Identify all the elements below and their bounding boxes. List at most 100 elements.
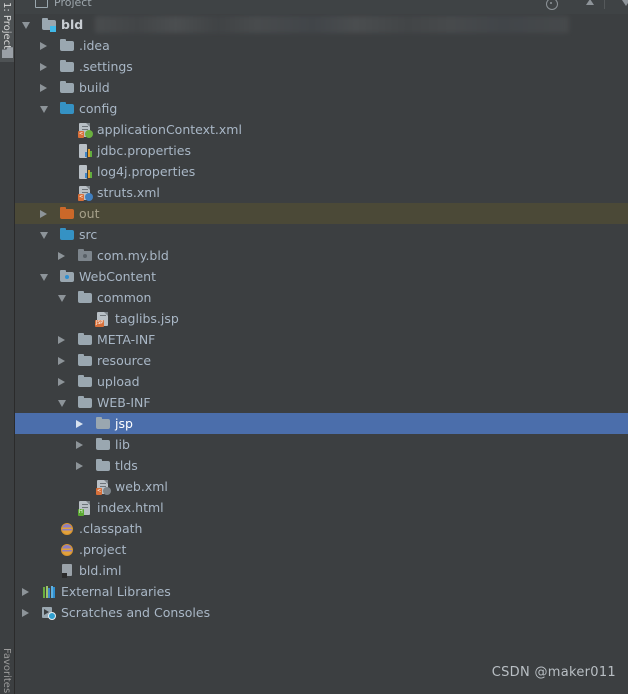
- tree-row[interactable]: resource: [14, 350, 628, 371]
- tree-row[interactable]: log4j.properties: [14, 161, 628, 182]
- chevron-down-icon[interactable]: [40, 274, 48, 281]
- tree-row-label: jsp: [115, 416, 133, 431]
- watermark: CSDN @maker011: [491, 665, 616, 680]
- tree-row[interactable]: < struts.xml: [14, 182, 628, 203]
- tree-row[interactable]: .project: [14, 539, 628, 560]
- tree-row-label: .idea: [79, 38, 110, 53]
- tree-row[interactable]: com.my.bld: [14, 245, 628, 266]
- chevron-right-icon[interactable]: [40, 42, 47, 50]
- chevron-down-icon[interactable]: [58, 295, 66, 302]
- folder-gray-icon: [78, 353, 93, 368]
- tree-row-label: WEB-INF: [97, 395, 151, 410]
- tree-row[interactable]: jsp: [14, 413, 628, 434]
- tree-row[interactable]: META-INF: [14, 329, 628, 350]
- external-libraries-icon: [42, 585, 57, 599]
- tree-row-label: upload: [97, 374, 140, 389]
- chevron-right-icon[interactable]: [76, 441, 83, 449]
- tree-row-label: .project: [79, 542, 127, 557]
- chevron-right-icon[interactable]: [40, 210, 47, 218]
- chevron-down-icon[interactable]: [40, 106, 48, 113]
- folder-blue-icon: [60, 227, 75, 242]
- properties-file-icon: [78, 144, 93, 158]
- folder-gray-icon: [78, 395, 93, 410]
- tree-row[interactable]: .classpath: [14, 518, 628, 539]
- chevron-right-icon[interactable]: [76, 420, 83, 428]
- tree-row[interactable]: External Libraries: [14, 581, 628, 602]
- tree-row[interactable]: WEB-INF: [14, 392, 628, 413]
- toolbar-divider: [604, 0, 605, 9]
- chevron-right-icon[interactable]: [58, 252, 65, 260]
- folder-gray-icon: [60, 38, 75, 53]
- tree-row[interactable]: common: [14, 287, 628, 308]
- tree-row-label: jdbc.properties: [97, 143, 191, 158]
- tree-row-label: resource: [97, 353, 152, 368]
- hide-icon[interactable]: [619, 0, 628, 8]
- tree-row[interactable]: Scratches and Consoles: [14, 602, 628, 623]
- tool-window-tab-project[interactable]: 1: Project: [1, 2, 12, 49]
- tree-row[interactable]: Hindex.html: [14, 497, 628, 518]
- folder-gray-icon: [78, 374, 93, 389]
- tree-row-label: .classpath: [79, 521, 143, 536]
- tree-row[interactable]: .settings: [14, 56, 628, 77]
- tree-row-label: applicationContext.xml: [97, 122, 242, 137]
- tree-row[interactable]: config: [14, 98, 628, 119]
- eclipse-classpath-icon: [60, 522, 75, 536]
- tree-row[interactable]: bld: [14, 14, 628, 35]
- tree-row-label: WebContent: [79, 269, 156, 284]
- chevron-right-icon[interactable]: [58, 336, 65, 344]
- tree-row[interactable]: < applicationContext.xml: [14, 119, 628, 140]
- folder-gray-icon: [60, 59, 75, 74]
- tree-row[interactable]: src: [14, 224, 628, 245]
- tree-row-label: out: [79, 206, 100, 221]
- tree-row-label: Scratches and Consoles: [61, 605, 211, 620]
- gear-icon[interactable]: [545, 0, 558, 10]
- collapse-all-icon[interactable]: [583, 0, 596, 8]
- tree-row[interactable]: .idea: [14, 35, 628, 56]
- tree-row-label: External Libraries: [61, 584, 171, 599]
- tree-row[interactable]: lib: [14, 434, 628, 455]
- eclipse-project-icon: [60, 543, 75, 557]
- chevron-right-icon[interactable]: [58, 378, 65, 386]
- tree-row[interactable]: < web.xml: [14, 476, 628, 497]
- folder-gray-icon: [60, 80, 75, 95]
- project-tree[interactable]: bld .idea .settings build config < application…: [14, 14, 628, 694]
- chevron-down-icon[interactable]: [40, 232, 48, 239]
- tree-row-label: bld: [61, 17, 84, 32]
- chevron-right-icon[interactable]: [40, 63, 47, 71]
- chevron-down-icon[interactable]: [58, 400, 66, 407]
- tree-row-label: taglibs.jsp: [115, 311, 179, 326]
- folder-gray-icon: [78, 290, 93, 305]
- tree-row-label: index.html: [97, 500, 164, 515]
- tree-row-label: log4j.properties: [97, 164, 196, 179]
- module-folder-icon: [42, 17, 57, 32]
- jsp-file-icon: JSP: [95, 312, 111, 327]
- chevron-right-icon[interactable]: [22, 588, 29, 596]
- tree-row[interactable]: tlds: [14, 455, 628, 476]
- package-icon: [78, 248, 93, 263]
- chevron-right-icon[interactable]: [22, 609, 29, 617]
- tree-row-label: web.xml: [115, 479, 168, 494]
- page-title: Project: [54, 0, 92, 9]
- tree-row[interactable]: JSP taglibs.jsp: [14, 308, 628, 329]
- chevron-right-icon[interactable]: [76, 462, 83, 470]
- tree-row[interactable]: build: [14, 77, 628, 98]
- chevron-right-icon[interactable]: [40, 84, 47, 92]
- tree-row[interactable]: upload: [14, 371, 628, 392]
- tool-window-tab-favorites[interactable]: Favorites: [1, 648, 12, 693]
- tree-row-label: common: [97, 290, 152, 305]
- folder-gray-icon: [96, 416, 111, 431]
- tree-row-label: struts.xml: [97, 185, 160, 200]
- tool-window-strip: 1: Project Favorites: [0, 0, 15, 694]
- tree-row[interactable]: WebContent: [14, 266, 628, 287]
- chevron-down-icon[interactable]: [22, 22, 30, 29]
- chevron-right-icon[interactable]: [58, 357, 65, 365]
- tree-row-label: com.my.bld: [97, 248, 169, 263]
- xml-struts-file-icon: <: [78, 186, 93, 201]
- tree-row-label: src: [79, 227, 98, 242]
- tree-row-label: tlds: [115, 458, 138, 473]
- tree-row[interactable]: out: [14, 203, 628, 224]
- tree-row[interactable]: jdbc.properties: [14, 140, 628, 161]
- tree-row-label: lib: [115, 437, 130, 452]
- tree-row[interactable]: bld.iml: [14, 560, 628, 581]
- tree-row-label: .settings: [79, 59, 133, 74]
